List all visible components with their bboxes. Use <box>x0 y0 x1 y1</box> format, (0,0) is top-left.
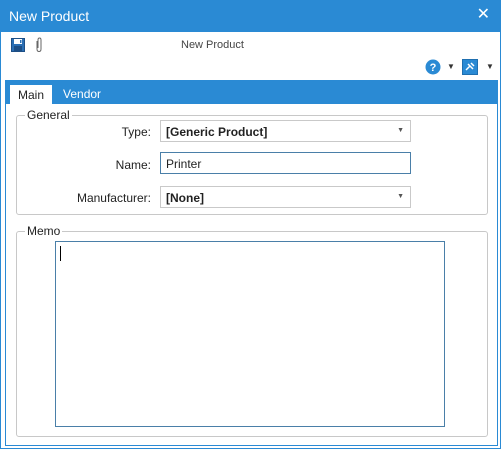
text-caret <box>60 246 61 261</box>
manufacturer-label: Manufacturer: <box>76 191 151 205</box>
save-icon[interactable] <box>11 38 25 52</box>
document-title: New Product <box>181 39 244 51</box>
name-value: Printer <box>166 157 202 171</box>
tab-main[interactable]: Main <box>9 84 54 104</box>
type-select[interactable]: [Generic Product] ▼ <box>160 120 411 142</box>
pin-icon[interactable] <box>462 59 478 75</box>
name-label: Name: <box>115 158 151 172</box>
tab-strip: Main Vendor <box>5 80 498 104</box>
attachment-icon[interactable] <box>34 37 44 53</box>
chevron-down-icon: ▼ <box>397 127 404 134</box>
title-bar: New Product ✕ <box>1 1 500 32</box>
new-product-window: New Product ✕ New Product ? ▼ ▼ Main Ven… <box>0 0 501 449</box>
toolbar: New Product ? ▼ ▼ <box>1 32 500 80</box>
memo-textarea[interactable] <box>55 241 445 427</box>
type-label: Type: <box>121 125 151 139</box>
manufacturer-select[interactable]: [None] ▼ <box>160 186 411 208</box>
manufacturer-value: [None] <box>166 191 204 205</box>
help-dropdown-icon[interactable]: ▼ <box>447 62 455 71</box>
chevron-down-icon: ▼ <box>397 193 404 200</box>
help-icon[interactable]: ? <box>425 59 441 75</box>
general-legend: General <box>27 108 70 122</box>
name-input[interactable]: Printer <box>160 152 411 174</box>
close-icon[interactable]: ✕ <box>477 7 490 23</box>
window-title: New Product <box>9 8 90 24</box>
type-value: [Generic Product] <box>166 125 268 139</box>
svg-text:?: ? <box>430 62 437 74</box>
memo-legend: Memo <box>27 224 61 238</box>
pin-dropdown-icon[interactable]: ▼ <box>486 62 494 71</box>
tab-vendor[interactable]: Vendor <box>55 84 109 104</box>
